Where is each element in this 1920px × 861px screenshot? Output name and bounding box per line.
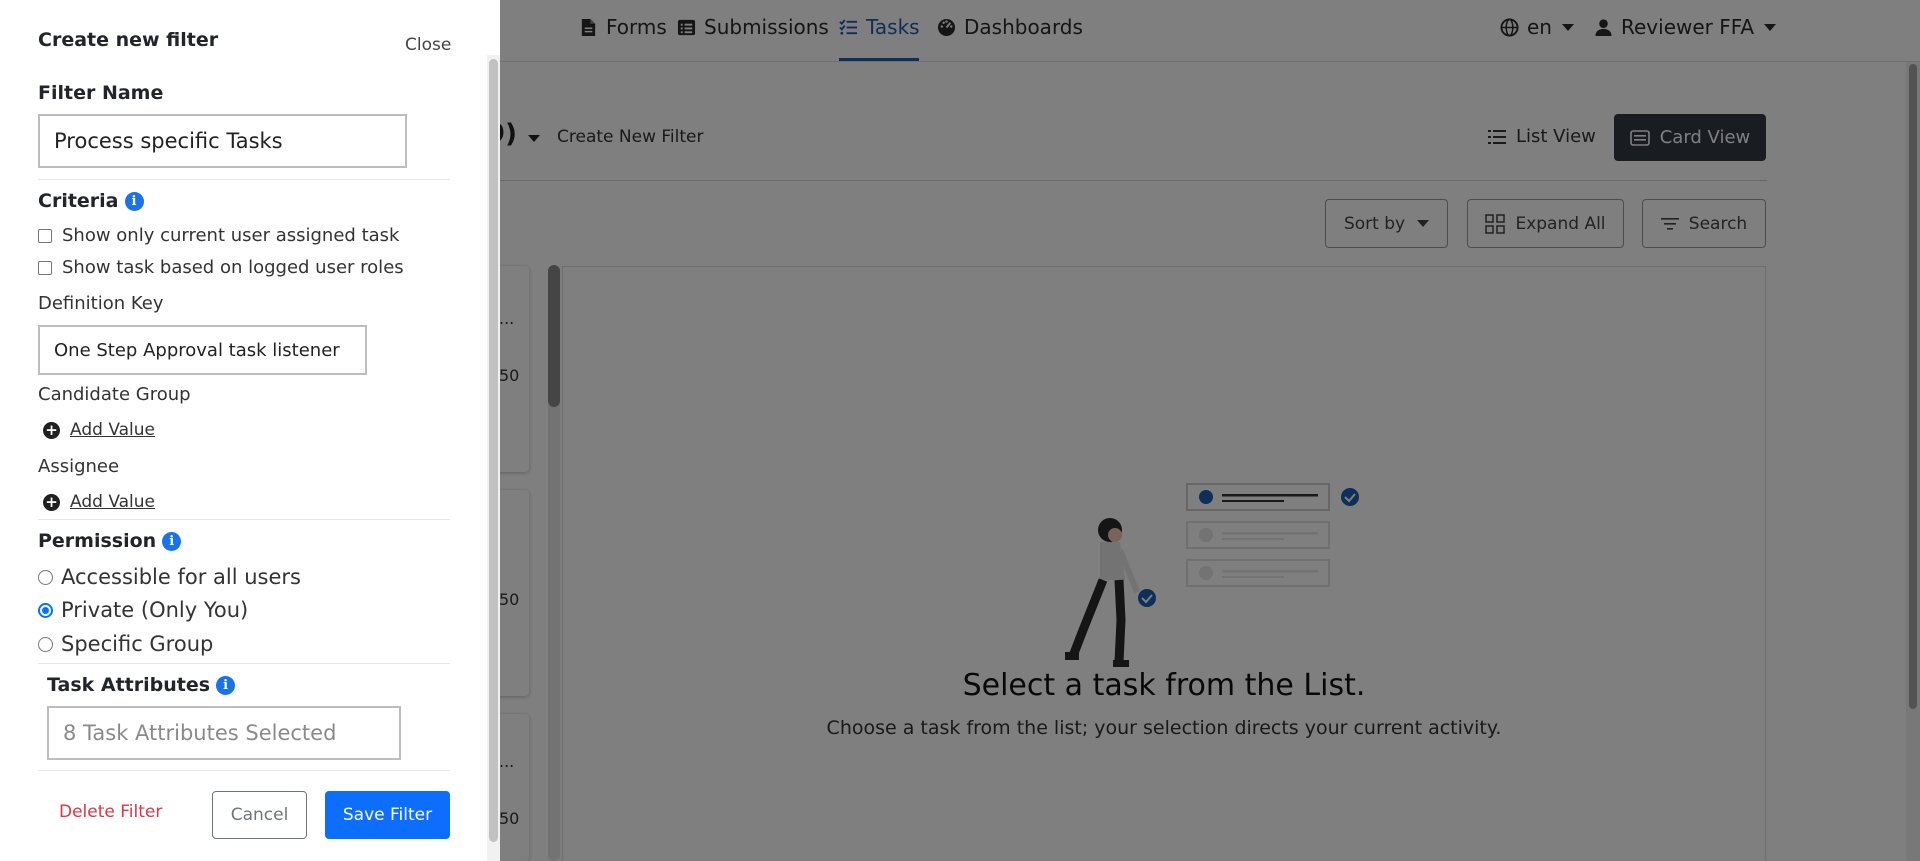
radio-label: Accessible for all users <box>61 565 301 589</box>
drawer-scrollbar-thumb[interactable] <box>489 59 498 842</box>
plus-circle-icon: + <box>43 421 60 439</box>
definition-key-label: Definition Key <box>38 293 164 314</box>
candidate-group-label: Candidate Group <box>38 384 191 405</box>
filter-name-label: Filter Name <box>38 82 163 104</box>
close-button[interactable]: Close <box>405 35 451 55</box>
radio-private[interactable]: Private (Only You) <box>38 598 248 622</box>
assignee-label: Assignee <box>38 456 120 477</box>
filter-name-value: Process specific Tasks <box>54 129 283 153</box>
checkbox[interactable] <box>38 228 52 243</box>
checkbox[interactable] <box>38 260 52 275</box>
drawer-scrollbar[interactable] <box>487 55 500 861</box>
definition-key-value: One Step Approval task listener <box>54 339 340 361</box>
task-attributes-label: Task Attributes i <box>47 674 236 696</box>
cancel-button[interactable]: Cancel <box>212 791 307 839</box>
assignee-add-value[interactable]: + Add Value <box>43 492 155 512</box>
radio-button[interactable] <box>38 569 53 585</box>
delete-filter-button[interactable]: Delete Filter <box>59 802 162 822</box>
section-divider <box>38 770 450 771</box>
permission-label-text: Permission <box>38 530 157 552</box>
section-divider <box>38 663 450 664</box>
checkbox-label: Show task based on logged user roles <box>62 257 404 278</box>
definition-key-input[interactable]: One Step Approval task listener <box>38 325 367 375</box>
radio-specific-group[interactable]: Specific Group <box>38 632 213 656</box>
radio-button[interactable] <box>38 636 53 652</box>
radio-accessible-all[interactable]: Accessible for all users <box>38 565 301 589</box>
radio-label: Specific Group <box>61 632 214 656</box>
task-attributes-placeholder: 8 Task Attributes Selected <box>63 721 337 745</box>
info-icon[interactable]: i <box>124 191 144 211</box>
filter-name-label-text: Filter Name <box>38 82 164 104</box>
checkbox-assigned-task[interactable]: Show only current user assigned task <box>38 225 399 246</box>
checkbox-user-roles[interactable]: Show task based on logged user roles <box>38 257 404 278</box>
create-filter-drawer: Create new filter Close Filter Name Proc… <box>0 0 500 861</box>
task-attributes-label-text: Task Attributes <box>47 674 211 696</box>
add-value-link[interactable]: Add Value <box>70 492 155 512</box>
plus-circle-icon: + <box>43 493 60 511</box>
drawer-title: Create new filter <box>38 29 219 51</box>
info-icon[interactable]: i <box>162 531 182 551</box>
criteria-label: Criteria i <box>38 190 144 212</box>
task-attributes-input[interactable]: 8 Task Attributes Selected <box>47 706 401 760</box>
filter-name-input[interactable]: Process specific Tasks <box>38 114 407 168</box>
radio-label: Private (Only You) <box>61 598 249 622</box>
info-icon[interactable]: i <box>216 675 236 695</box>
permission-label: Permission i <box>38 530 182 552</box>
criteria-label-text: Criteria <box>38 190 119 212</box>
section-divider <box>38 519 450 520</box>
add-value-link[interactable]: Add Value <box>70 420 155 440</box>
candidate-group-add-value[interactable]: + Add Value <box>43 420 155 440</box>
radio-button[interactable] <box>38 602 53 618</box>
checkbox-label: Show only current user assigned task <box>62 225 400 246</box>
section-divider <box>38 179 450 180</box>
save-filter-button[interactable]: Save Filter <box>325 791 450 839</box>
